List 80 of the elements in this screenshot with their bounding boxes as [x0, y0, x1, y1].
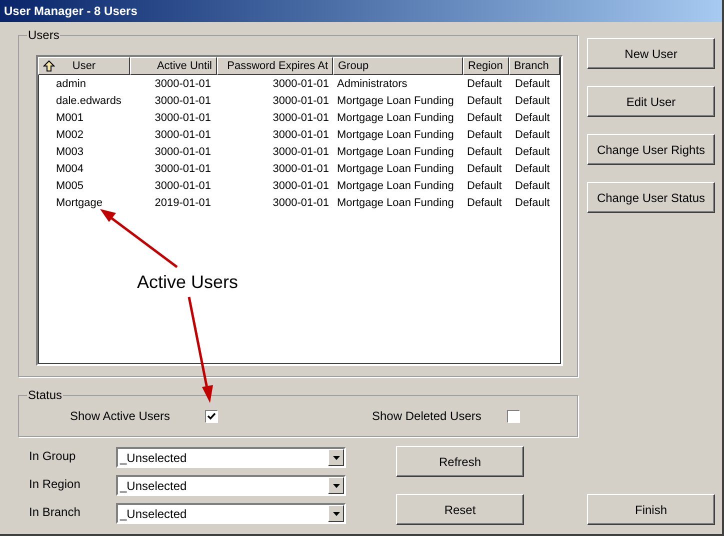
column-header[interactable]: Group — [333, 57, 463, 75]
column-title: Branch — [514, 58, 549, 74]
column-title: Active Until — [156, 58, 212, 74]
table-cell: M002 — [56, 129, 84, 142]
table-cell: Default — [515, 197, 550, 210]
table-cell: Default — [467, 95, 502, 108]
table-cell: 3000-01-01 — [272, 78, 329, 90]
filter-action-button[interactable]: Refresh — [396, 446, 524, 477]
side-action-button[interactable]: Change User Status — [587, 182, 715, 213]
table-cell: 3000-01-01 — [272, 180, 329, 192]
annotation-text: Active Users — [137, 271, 238, 293]
table-cell: 3000-01-01 — [272, 95, 329, 108]
table-cell: Mortgage — [56, 197, 102, 210]
table-cell: M003 — [56, 146, 84, 158]
table-cell: Mortgage Loan Funding — [337, 129, 454, 142]
table-cell: Mortgage Loan Funding — [337, 112, 454, 124]
column-header[interactable]: Password Expires At — [217, 57, 333, 75]
side-action-button[interactable]: Change User Rights — [587, 134, 715, 165]
table-cell: 3000-01-01 — [154, 146, 211, 158]
table-cell: Default — [515, 112, 550, 124]
window-title: User Manager - 8 Users — [4, 3, 138, 20]
table-cell: Default — [515, 146, 550, 158]
table-cell: Default — [467, 197, 502, 210]
table-cell: Default — [467, 146, 502, 158]
table-cell: 3000-01-01 — [272, 163, 329, 176]
table-cell: 3000-01-01 — [154, 163, 211, 176]
dropdown-value: _Unselected — [118, 478, 188, 494]
checkbox-label: Show Active Users — [70, 408, 172, 425]
table-cell: 3000-01-01 — [272, 129, 329, 142]
table-cell: 3000-01-01 — [154, 78, 211, 90]
table-cell: Administrators — [337, 78, 408, 90]
column-header[interactable]: Region — [463, 57, 509, 75]
table-cell: Default — [467, 78, 502, 90]
column-title: Group — [338, 58, 369, 74]
table-cell: Mortgage Loan Funding — [337, 197, 454, 210]
filter-dropdown[interactable]: _Unselected — [116, 475, 346, 496]
table-cell: Mortgage Loan Funding — [337, 95, 454, 108]
filter-label: In Branch — [29, 504, 82, 520]
table-cell: Default — [467, 129, 502, 142]
table-cell: M005 — [56, 180, 84, 192]
column-header[interactable]: Branch — [509, 57, 560, 75]
column-title: Region — [468, 58, 503, 74]
table-cell: 3000-01-01 — [154, 95, 211, 108]
dropdown-value: _Unselected — [118, 450, 188, 466]
table-cell: Default — [515, 95, 550, 108]
column-title: Password Expires At — [227, 58, 328, 74]
filter-dropdown[interactable]: _Unselected — [116, 447, 346, 468]
table-cell: admin — [56, 78, 86, 90]
table-cell: 3000-01-01 — [272, 112, 329, 124]
table-cell: 3000-01-01 — [272, 146, 329, 158]
table-cell: Mortgage Loan Funding — [337, 146, 454, 158]
table-cell: Default — [515, 78, 550, 90]
side-action-button[interactable]: New User — [587, 38, 715, 69]
filter-action-button[interactable]: Reset — [396, 494, 524, 525]
table-cell: 3000-01-01 — [154, 129, 211, 142]
column-header[interactable]: Active Until — [130, 57, 217, 75]
table-cell: Default — [467, 180, 502, 192]
table-cell: 3000-01-01 — [154, 112, 211, 124]
dropdown-value: _Unselected — [118, 506, 188, 522]
table-cell: Mortgage Loan Funding — [337, 163, 454, 176]
finish-button[interactable]: Finish — [587, 494, 715, 525]
table-cell: dale.edwards — [56, 95, 122, 108]
table-cell: Default — [467, 112, 502, 124]
filter-dropdown[interactable]: _Unselected — [116, 503, 346, 524]
table-cell: Default — [515, 129, 550, 142]
table-cell: Mortgage Loan Funding — [337, 180, 454, 192]
table-cell: Default — [515, 180, 550, 192]
filter-label: In Region — [29, 476, 82, 492]
checkbox-label: Show Deleted Users — [372, 408, 482, 425]
table-cell: 2019-01-01 — [154, 197, 211, 210]
filter-label: In Group — [29, 448, 77, 464]
table-cell: M001 — [56, 112, 84, 124]
table-cell: M004 — [56, 163, 84, 176]
table-cell: Default — [515, 163, 550, 176]
column-title: User — [72, 58, 96, 74]
table-cell: 3000-01-01 — [154, 180, 211, 192]
column-header[interactable]: User — [38, 57, 130, 75]
side-action-button[interactable]: Edit User — [587, 86, 715, 117]
table-cell: Default — [467, 163, 502, 176]
table-cell: 3000-01-01 — [272, 197, 329, 210]
